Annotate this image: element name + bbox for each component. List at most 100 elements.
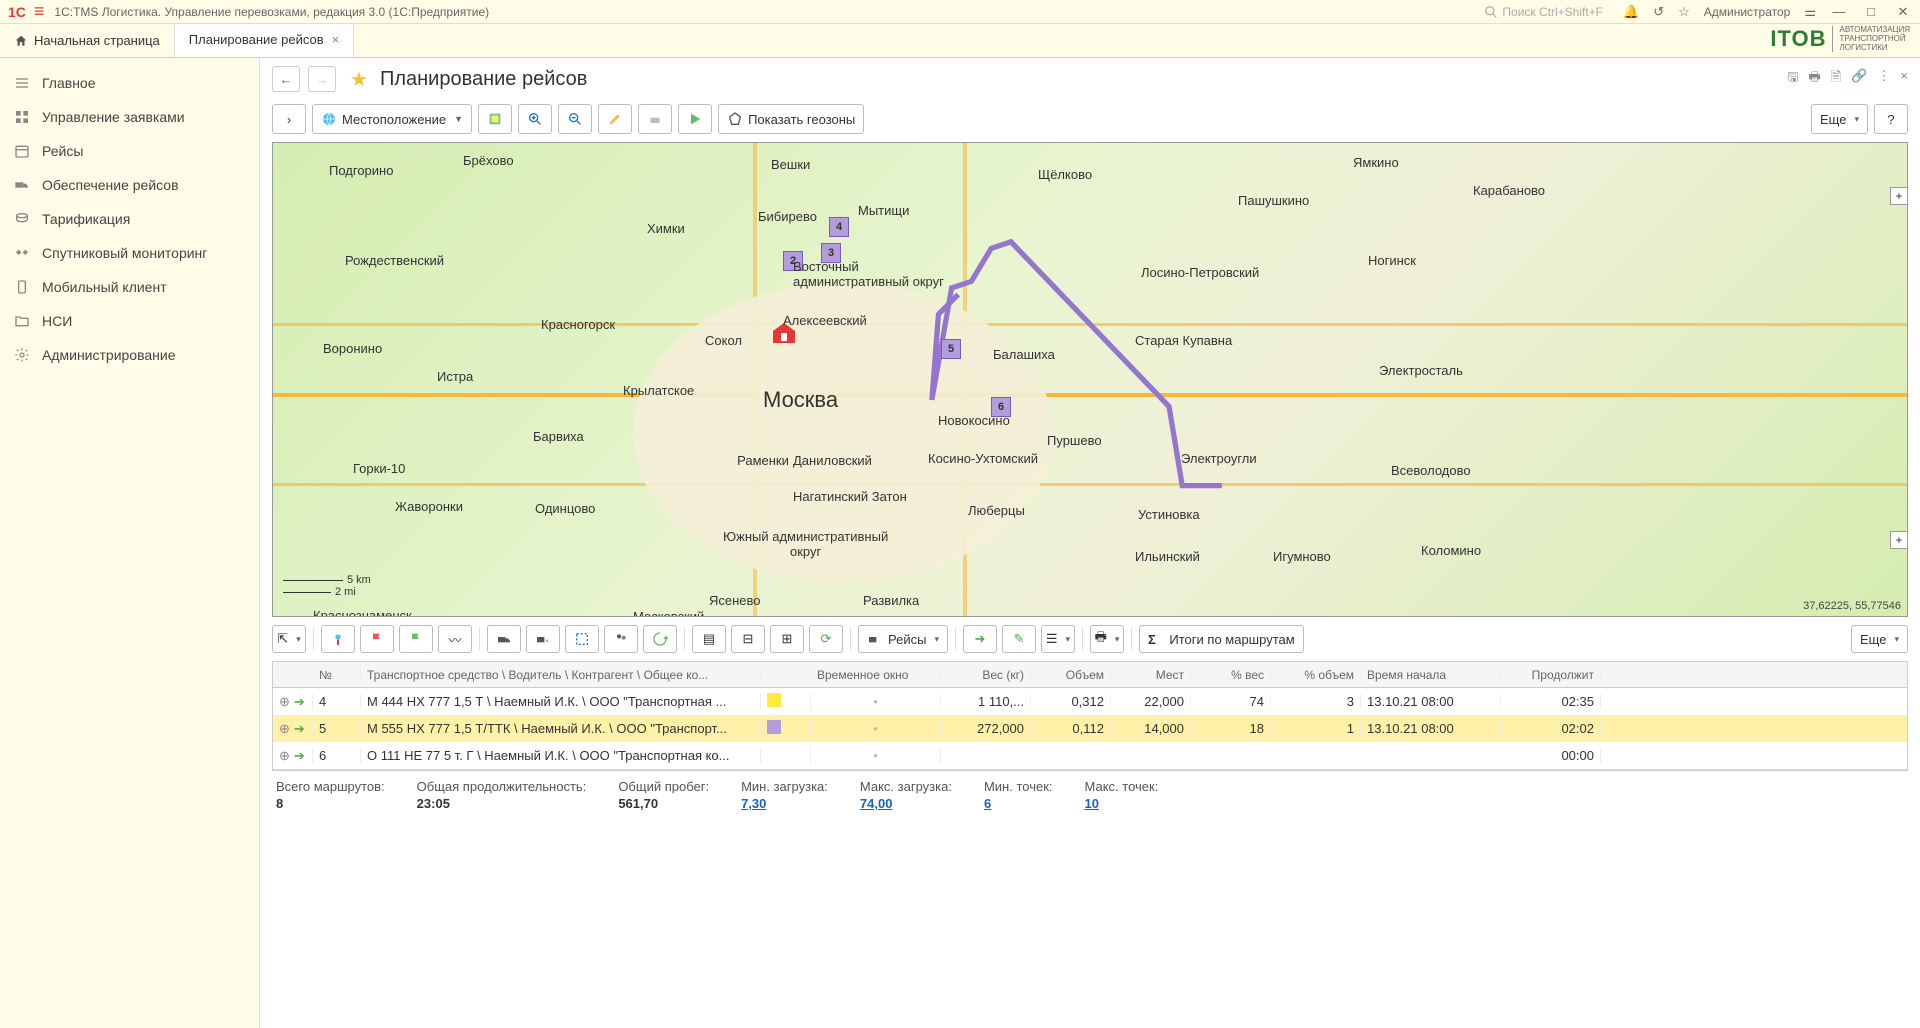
user-label[interactable]: Администратор: [1704, 5, 1791, 19]
svg-text:×: ×: [545, 638, 549, 645]
bell-icon[interactable]: 🔔: [1623, 4, 1639, 20]
tab-home[interactable]: Начальная страница: [0, 24, 175, 57]
minimize-icon[interactable]: —: [1830, 4, 1848, 19]
sidebar-item-admin[interactable]: Администрирование: [0, 338, 259, 372]
history-icon[interactable]: ↺: [1653, 4, 1664, 20]
totals-button[interactable]: Σ Итоги по маршрутам: [1139, 625, 1304, 653]
table-hscroll[interactable]: [273, 769, 1907, 771]
geozones-button[interactable]: Показать геозоны: [718, 104, 864, 134]
tb-btn-5[interactable]: [487, 625, 521, 653]
expand-button[interactable]: ›: [272, 104, 306, 134]
refresh-green-icon: [652, 631, 668, 647]
gear-icon: [14, 347, 30, 363]
tab-close-icon[interactable]: ×: [332, 32, 340, 47]
tb-btn-14[interactable]: ➜: [963, 625, 997, 653]
tb-btn-8[interactable]: [604, 625, 638, 653]
tb-btn-15[interactable]: ✎: [1002, 625, 1036, 653]
map-layers-button[interactable]: [478, 104, 512, 134]
city-moscow: Москва: [763, 387, 838, 413]
pencil-icon: [607, 111, 623, 127]
table-row[interactable]: ⊕➔5М 555 НХ 777 1,5 Т/ТТК \ Наемный И.К.…: [273, 715, 1907, 742]
tb-btn-13[interactable]: ⟳: [809, 625, 843, 653]
menu-icon[interactable]: ≡: [34, 1, 45, 22]
tb-btn-6[interactable]: ×: [526, 625, 560, 653]
sidebar-item-orders[interactable]: Управление заявками: [0, 100, 259, 134]
bottom-toolbar: ⇱▾ 〰 × ▤ ⊟ ⊞ ⟳ Рейсы▾ ➜ ✎ ☰▾ 🖶▾: [260, 617, 1920, 661]
table-row[interactable]: ⊕➔6О 111 НЕ 77 5 т. Г \ Наемный И.К. \ О…: [273, 742, 1907, 769]
tab-planning-label: Планирование рейсов: [189, 32, 324, 47]
doc-icon[interactable]: 🗎: [1831, 68, 1841, 90]
map-coords: 37,62225, 55,77546: [1803, 600, 1901, 612]
truck3-icon: [867, 631, 883, 647]
tb-btn-3[interactable]: [399, 625, 433, 653]
routes-dropdown[interactable]: Рейсы▾: [858, 625, 948, 653]
sidebar-item-nsi[interactable]: НСИ: [0, 304, 259, 338]
marker-4[interactable]: 4: [829, 217, 849, 237]
tb-btn-12[interactable]: ⊞: [770, 625, 804, 653]
maximize-icon[interactable]: □: [1862, 4, 1880, 19]
equals-icon[interactable]: ⚌: [1804, 4, 1816, 20]
tb-btn-1[interactable]: [321, 625, 355, 653]
footer-stats: Всего маршрутов:8 Общая продолжительност…: [260, 771, 1920, 819]
page-tools: 🖫 🖶 🗎 🔗 ⋮ ×: [1787, 68, 1908, 90]
sidebar-item-main[interactable]: Главное: [0, 66, 259, 100]
tree-button[interactable]: ⇱▾: [272, 625, 306, 653]
pin-person-icon: [330, 631, 346, 647]
map-panel-toggle-2[interactable]: +: [1890, 531, 1908, 549]
sidebar-item-satellite[interactable]: Спутниковый мониторинг: [0, 236, 259, 270]
sidebar-item-tariff[interactable]: Тарификация: [0, 202, 259, 236]
truck-x-icon: ×: [535, 631, 551, 647]
table-row[interactable]: ⊕➔4М 444 НХ 777 1,5 Т \ Наемный И.К. \ О…: [273, 688, 1907, 715]
flag2-icon: [408, 631, 424, 647]
print-dropdown[interactable]: 🖶▾: [1090, 625, 1124, 653]
sidebar: Главное Управление заявками Рейсы Обеспе…: [0, 58, 260, 1028]
zoom-in-button[interactable]: [518, 104, 552, 134]
close-page-icon[interactable]: ×: [1900, 68, 1908, 90]
save-icon[interactable]: 🖫: [1787, 68, 1798, 90]
more-button[interactable]: Еще▾: [1811, 104, 1868, 134]
star-icon[interactable]: ☆: [1678, 4, 1690, 20]
sidebar-item-supply[interactable]: Обеспечение рейсов: [0, 168, 259, 202]
tb-btn-16[interactable]: ☰▾: [1041, 625, 1075, 653]
layers-icon: [487, 111, 503, 127]
zoom-out-button[interactable]: [558, 104, 592, 134]
favorite-icon[interactable]: ★: [350, 67, 368, 92]
home-icon: [14, 34, 28, 48]
topbar-right: 🔔 ↺ ☆ Администратор ⚌ — □ ✕: [1623, 4, 1912, 20]
tb-btn-4[interactable]: 〰: [438, 625, 472, 653]
route-line: [273, 143, 1907, 617]
map[interactable]: 2 3 4 5 6 Москва Химки Мытищи Щёлково Ба…: [272, 142, 1908, 617]
back-button[interactable]: ←: [272, 66, 300, 92]
tb-btn-11[interactable]: ⊟: [731, 625, 765, 653]
page-title: Планирование рейсов: [380, 68, 587, 91]
tb-btn-9[interactable]: [643, 625, 677, 653]
marker-5[interactable]: 5: [941, 339, 961, 359]
routes-table: № Транспортное средство \ Водитель \ Кон…: [272, 661, 1908, 771]
people-icon: [613, 631, 629, 647]
sidebar-item-trips[interactable]: Рейсы: [0, 134, 259, 168]
app-title: 1C:TMS Логистика. Управление перевозками…: [54, 5, 489, 19]
print-icon[interactable]: 🖶: [1808, 68, 1820, 90]
phone-icon: [14, 279, 30, 295]
eraser-button[interactable]: [638, 104, 672, 134]
brand-name: ITOB: [1770, 26, 1826, 52]
help-button[interactable]: ?: [1874, 104, 1908, 134]
play-button[interactable]: [678, 104, 712, 134]
tb-btn-7[interactable]: [565, 625, 599, 653]
sidebar-item-mobile[interactable]: Мобильный клиент: [0, 270, 259, 304]
link-icon[interactable]: 🔗: [1851, 68, 1867, 90]
folder-icon: [14, 313, 30, 329]
close-icon[interactable]: ✕: [1894, 4, 1912, 20]
pencil-button[interactable]: [598, 104, 632, 134]
search-input[interactable]: Поиск Ctrl+Shift+F: [1484, 5, 1603, 19]
location-dropdown[interactable]: Местоположение▼: [312, 104, 472, 134]
flag-icon: [369, 631, 385, 647]
more-button-2[interactable]: Еще▾: [1851, 625, 1908, 653]
tab-planning[interactable]: Планирование рейсов ×: [175, 24, 354, 57]
tb-btn-10[interactable]: ▤: [692, 625, 726, 653]
tb-btn-2[interactable]: [360, 625, 394, 653]
forward-button[interactable]: →: [308, 66, 336, 92]
map-panel-toggle-1[interactable]: +: [1890, 187, 1908, 205]
select-icon: [574, 631, 590, 647]
kebab-icon[interactable]: ⋮: [1877, 68, 1890, 90]
